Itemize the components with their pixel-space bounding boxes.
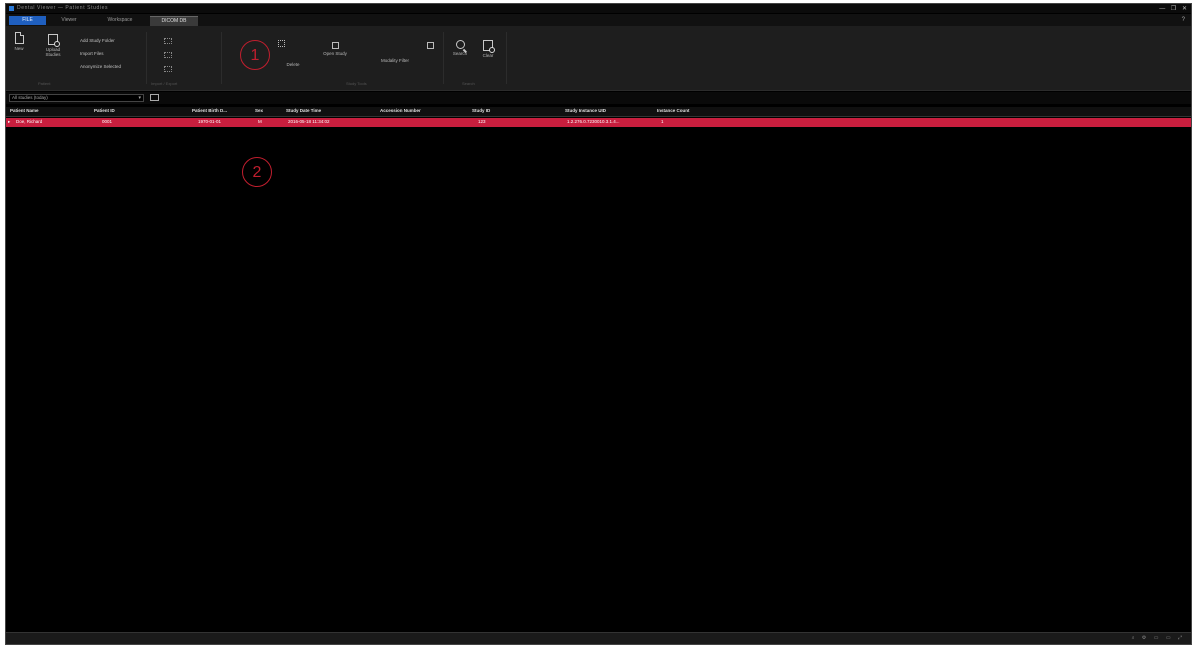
col-patient-birth-date[interactable]: Patient Birth D... — [192, 108, 227, 113]
ribbon-toolbar: New Upload Studies Add Study Folder Impo… — [6, 26, 1191, 91]
col-patient-name[interactable]: Patient Name — [10, 108, 39, 113]
ribbon-separator — [221, 32, 222, 84]
col-sex[interactable]: Sex — [255, 108, 263, 113]
callout-marker-1: 1 — [240, 40, 270, 70]
grid-icon — [331, 42, 339, 49]
col-patient-id[interactable]: Patient ID — [94, 108, 115, 113]
upload-label: Upload Studies — [45, 47, 61, 57]
split-study-button[interactable] — [274, 40, 288, 47]
export-placeholder-icon[interactable] — [164, 38, 172, 44]
add-folder-item[interactable]: Add Study Folder — [80, 38, 115, 43]
maximize-button[interactable]: ❐ — [1171, 6, 1176, 12]
status-bar: ⌕ ⚙ ▭ ▭ ⤢ — [6, 632, 1191, 644]
title-bar: Dental Viewer — Patient Studies — ❐ ✕ — [6, 4, 1191, 13]
table-row[interactable]: ▸ Doe, Richard 0001 1970-01-01 M 2016-05… — [6, 118, 1191, 127]
help-icon[interactable]: ? — [1182, 17, 1185, 23]
export-placeholder-icon[interactable] — [164, 66, 172, 72]
col-study-id[interactable]: Study ID — [472, 108, 490, 113]
new-document-icon — [14, 32, 24, 44]
tab-dicom-db[interactable]: DICOM DB — [150, 16, 198, 26]
ribbon-separator — [506, 32, 507, 84]
upload-studies-button[interactable]: Upload Studies — [40, 34, 66, 57]
open-study-button[interactable]: Open Study — [318, 42, 352, 56]
expand-row-icon[interactable]: ▸ — [8, 119, 10, 125]
clear-label: Clear — [482, 53, 494, 58]
modality-filter-button[interactable]: Modality Filter — [378, 56, 412, 63]
col-study-date-time[interactable]: Study Date Time — [286, 108, 321, 113]
cell-birth-date: 1970-01-01 — [198, 119, 222, 124]
callout-marker-2: 2 — [242, 157, 272, 187]
ribbon-separator — [146, 32, 147, 84]
open-study-label: Open Study — [323, 51, 347, 56]
search-icon — [455, 40, 465, 49]
new-label: New — [14, 46, 24, 51]
clear-button[interactable]: Clear — [480, 40, 496, 58]
status-icons[interactable]: ⌕ ⚙ ▭ ▭ ⤢ — [1132, 635, 1185, 641]
cell-patient-id: 0001 — [102, 119, 113, 124]
minimize-button[interactable]: — — [1159, 6, 1165, 12]
col-instance-count[interactable]: Instance Count — [657, 108, 690, 113]
cell-patient-name: Doe, Richard — [16, 119, 43, 124]
tab-workspace[interactable]: Workspace — [98, 16, 142, 25]
export-placeholder-icon[interactable] — [164, 52, 172, 58]
upload-document-icon — [48, 34, 60, 47]
cell-study-date-time: 2016-05-18 11:34:02 — [288, 119, 330, 124]
col-accession-number[interactable]: Accession Number — [380, 108, 421, 113]
group-label-study-tools: Study Tools — [346, 81, 367, 86]
study-filter-select[interactable]: All studies (today) ▾ — [9, 94, 144, 102]
cell-instance-count: 1 — [661, 119, 664, 124]
group-label-patient: Patient — [38, 81, 51, 86]
study-filter-value: All studies (today) — [12, 95, 48, 100]
modality-label: Modality Filter — [380, 58, 409, 63]
new-button[interactable]: New — [10, 32, 28, 51]
tab-viewer[interactable]: Viewer — [56, 16, 82, 25]
delete-label: Delete — [286, 62, 300, 67]
group-label-search: Search — [462, 81, 475, 86]
app-window: Dental Viewer — Patient Studies — ❐ ✕ FI… — [5, 3, 1192, 645]
close-button[interactable]: ✕ — [1182, 6, 1187, 12]
window-title: Dental Viewer — Patient Studies — [17, 5, 109, 11]
cell-study-id: 123 — [478, 119, 486, 124]
search-button[interactable]: Search — [452, 40, 468, 56]
window-controls: — ❐ ✕ — [1155, 5, 1187, 12]
cell-study-instance-uid: 1.2.276.0.7230010.3.1.4... — [567, 119, 620, 124]
studies-table-header: Patient Name Patient ID Patient Birth D.… — [6, 107, 1191, 117]
filter-bar: All studies (today) ▾ — [6, 92, 1191, 104]
delete-button[interactable]: Delete — [286, 60, 300, 67]
filter-folder-icon[interactable] — [150, 94, 159, 101]
ribbon-tabs: FILE Viewer Workspace DICOM DB ? — [6, 14, 1191, 26]
col-study-instance-uid[interactable]: Study Instance UID — [565, 108, 606, 113]
archive-button[interactable] — [424, 42, 436, 49]
chevron-down-icon: ▾ — [138, 95, 141, 101]
tab-file[interactable]: FILE — [9, 16, 46, 25]
ribbon-separator — [443, 32, 444, 84]
cell-sex: M — [258, 119, 262, 124]
group-label-import-export: Import / Export — [151, 81, 178, 86]
split-icon — [277, 40, 285, 47]
import-files-item[interactable]: Import Files — [80, 51, 104, 56]
anonymize-item[interactable]: Anonymize Selected — [80, 64, 121, 69]
app-logo-icon — [9, 6, 14, 11]
clear-filter-icon — [483, 40, 495, 53]
archive-icon — [426, 42, 434, 49]
